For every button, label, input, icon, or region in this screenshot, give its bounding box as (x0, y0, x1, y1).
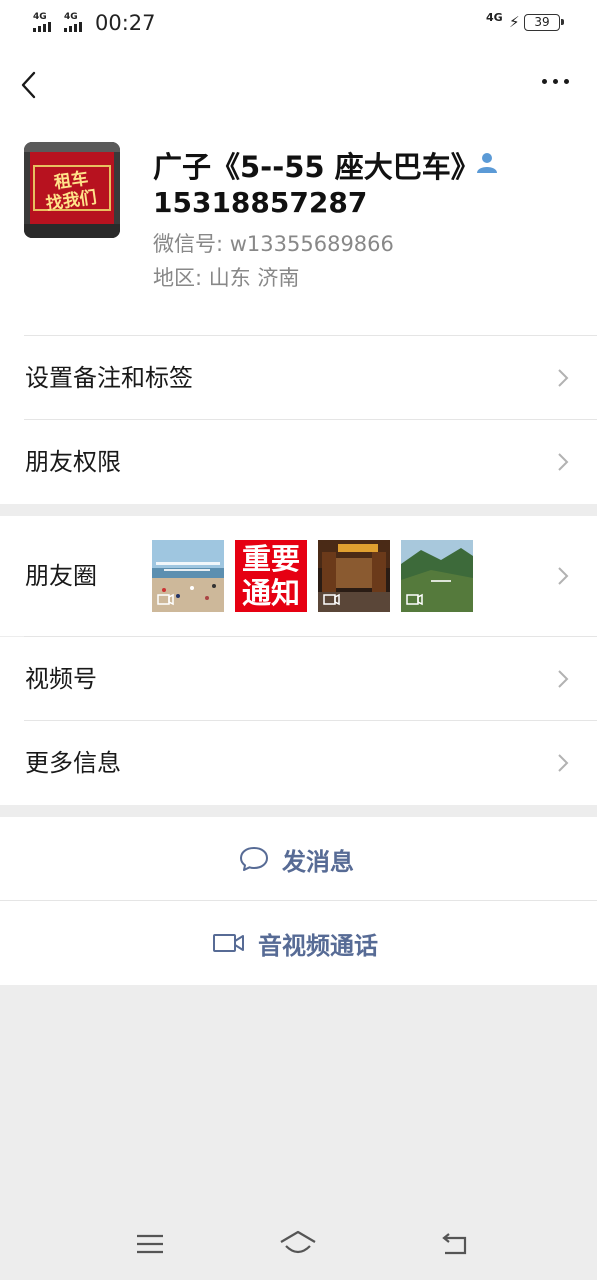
remark-and-tags-row[interactable]: 设置备注和标签 (0, 336, 597, 420)
chevron-right-icon (558, 453, 569, 471)
send-message-button[interactable]: 发消息 (0, 817, 597, 901)
menu-icon[interactable] (130, 1228, 170, 1260)
contact-phone: 15318857287 (153, 186, 368, 219)
status-bar: 4G 4G 00:27 4G ⚡ 39 (0, 0, 597, 46)
system-nav-bar (0, 1210, 597, 1280)
send-message-label: 发消息 (282, 847, 354, 876)
notice-text-line1: 重要 (241, 542, 300, 576)
wechat-id: 微信号: w13355689866 (153, 232, 394, 256)
battery-icon: 39 (524, 14, 564, 31)
signal-label: 4G (33, 12, 47, 22)
network-indicator: 4G (486, 11, 503, 24)
chevron-right-icon (558, 369, 569, 387)
charging-icon: ⚡ (509, 13, 520, 31)
video-call-label: 音视频通话 (258, 931, 378, 960)
notice-text-line2: 通知 (241, 576, 300, 610)
home-icon[interactable] (278, 1228, 318, 1260)
video-call-button[interactable]: 音视频通话 (0, 901, 597, 985)
remark-and-tags-label: 设置备注和标签 (25, 364, 193, 392)
more-info-row[interactable]: 更多信息 (0, 721, 597, 805)
more-icon[interactable] (540, 76, 570, 88)
friend-permissions-row[interactable]: 朋友权限 (0, 420, 597, 504)
moments-thumbnail[interactable]: 重要 通知 (235, 540, 307, 612)
moments-row[interactable]: 朋友圈 重要 通知 (0, 516, 597, 636)
chevron-right-icon (558, 567, 569, 585)
moments-thumbnail[interactable] (401, 540, 473, 612)
moments-thumbnail[interactable] (152, 540, 224, 612)
moments-label: 朋友圈 (25, 562, 97, 590)
chevron-right-icon (558, 754, 569, 772)
moments-thumbnail[interactable] (318, 540, 390, 612)
battery-level: 39 (534, 15, 550, 29)
avatar[interactable]: 租车 找我们 (24, 142, 120, 238)
person-icon (477, 153, 497, 173)
channels-label: 视频号 (25, 665, 97, 693)
return-icon[interactable] (435, 1228, 475, 1260)
chat-bubble-icon (240, 847, 268, 871)
video-camera-icon (213, 934, 244, 952)
more-info-label: 更多信息 (25, 749, 121, 777)
region: 地区: 山东 济南 (153, 266, 300, 290)
status-time: 00:27 (95, 11, 156, 35)
signal-label-2: 4G (64, 12, 78, 22)
back-icon[interactable] (18, 70, 42, 100)
channels-row[interactable]: 视频号 (0, 637, 597, 721)
friend-permissions-label: 朋友权限 (25, 448, 121, 476)
chevron-right-icon (558, 670, 569, 688)
contact-name: 广子《5--55 座大巴车》 (153, 150, 480, 184)
